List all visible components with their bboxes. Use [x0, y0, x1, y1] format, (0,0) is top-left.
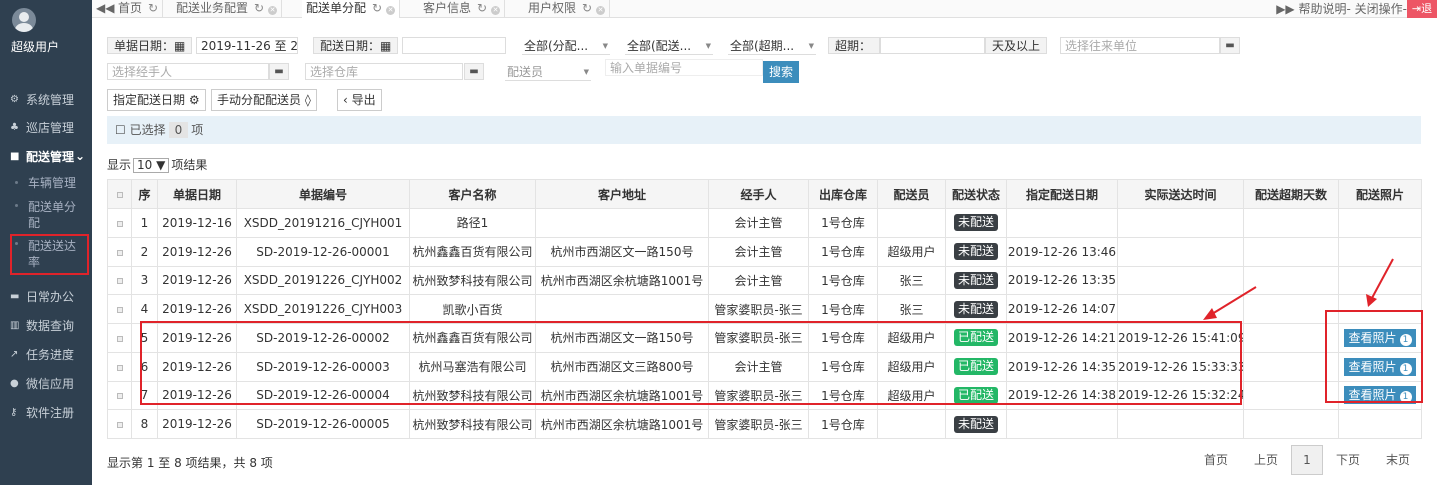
arrow-icon — [1371, 258, 1394, 299]
arrowhead-icon — [1366, 294, 1377, 307]
annotation-arrows — [1203, 258, 1394, 320]
arrow-icon — [1211, 286, 1257, 315]
arrowhead-icon — [1203, 308, 1217, 320]
